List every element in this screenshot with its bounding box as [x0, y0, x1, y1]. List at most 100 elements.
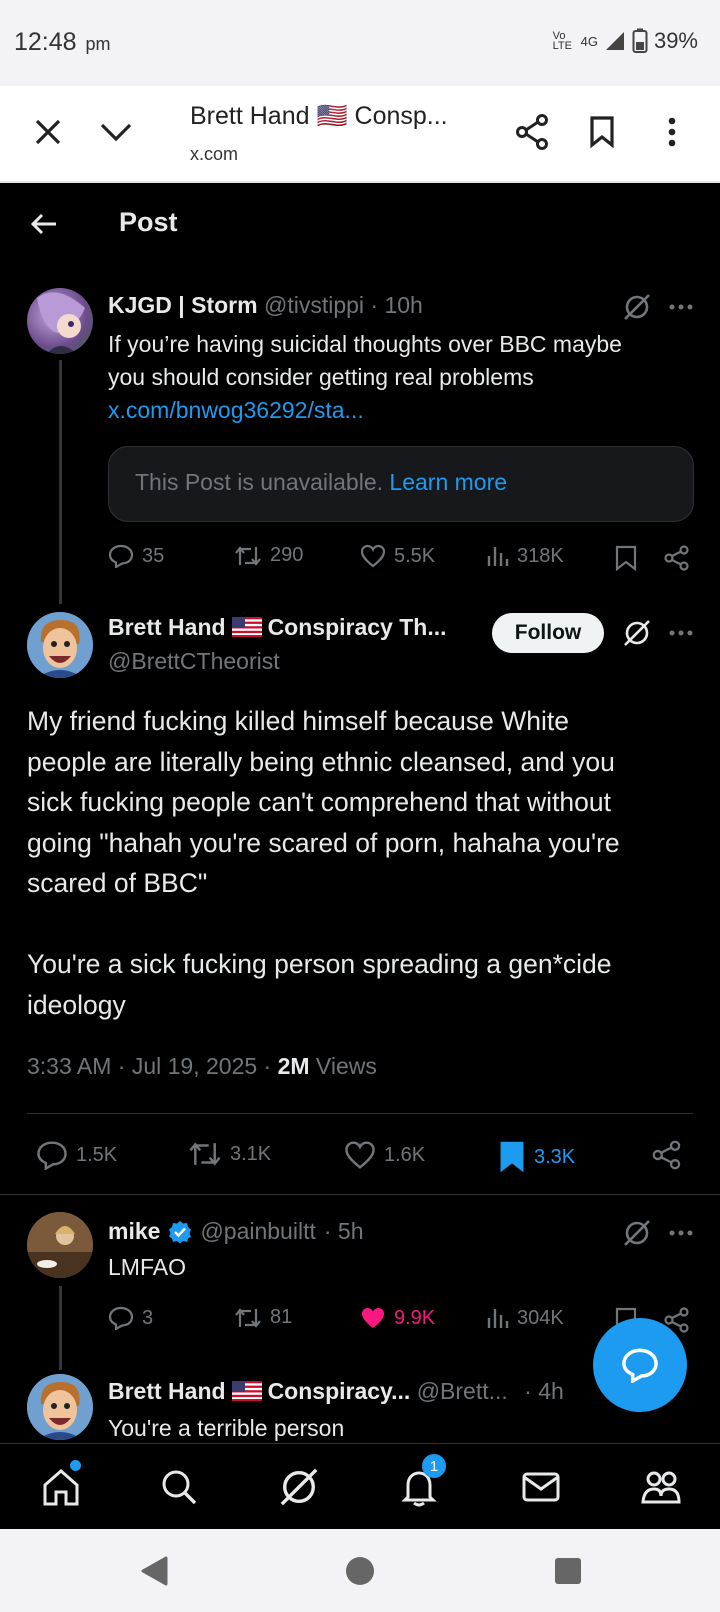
more-options-button[interactable]	[664, 1218, 698, 1248]
author-handle[interactable]: @painbuiltt	[200, 1218, 315, 1245]
collapse-button[interactable]	[96, 112, 136, 152]
analytics-icon	[487, 547, 509, 566]
repost-icon	[235, 1307, 261, 1328]
nav-grok[interactable]	[274, 1464, 324, 1510]
reply-count: 3	[142, 1306, 154, 1329]
bookmark-tab-button[interactable]	[580, 110, 624, 154]
menu-button[interactable]	[650, 110, 694, 154]
author-handle[interactable]: @Brett...	[417, 1378, 508, 1404]
repost-count: 3.1K	[230, 1142, 272, 1165]
post-body: My friend fucking killed himself because…	[27, 706, 620, 1020]
bookmark-action[interactable]: 3.3K	[498, 1140, 575, 1174]
views-count: 304K	[517, 1306, 564, 1329]
divider	[0, 1194, 720, 1195]
avatar-image	[27, 1374, 93, 1440]
nav-notifications[interactable]: 1	[394, 1454, 446, 1510]
post-author[interactable]: Brett Hand Conspiracy Th...	[108, 614, 447, 641]
reply-text: If you’re having suicidal thoughts over …	[108, 328, 622, 427]
battery-icon	[632, 28, 648, 53]
search-icon	[162, 1470, 197, 1505]
grok-icon	[624, 294, 650, 320]
unread-dot	[70, 1460, 81, 1471]
repost-count: 290	[270, 544, 304, 566]
nav-search[interactable]	[154, 1464, 204, 1510]
bookmark-icon	[590, 116, 614, 148]
learn-more-link[interactable]: Learn more	[389, 469, 507, 495]
views-action[interactable]: 318K	[487, 544, 564, 568]
avatar-brett[interactable]	[27, 1374, 93, 1440]
author-handle[interactable]: @tivstippi	[264, 292, 364, 318]
post-time: · 10h	[370, 292, 423, 318]
views-count: 318K	[517, 544, 564, 567]
close-button[interactable]	[28, 112, 68, 152]
bottom-nav: 1	[0, 1443, 720, 1529]
repost-action[interactable]: 3.1K	[188, 1140, 271, 1168]
avatar-mike[interactable]	[27, 1212, 93, 1278]
back-arrow-icon	[30, 213, 56, 235]
reply-count: 1.5K	[76, 1143, 118, 1166]
post-time: · 4h	[524, 1378, 564, 1404]
more-horizontal-icon	[669, 304, 693, 310]
chevron-down-icon	[100, 123, 132, 142]
share-button[interactable]	[510, 110, 554, 154]
notification-badge: 1	[422, 1454, 446, 1478]
post-meta: 3:33 AM · Jul 19, 2025 · 2M Views	[27, 1053, 377, 1079]
views-action[interactable]: 304K	[487, 1306, 564, 1330]
more-horizontal-icon	[669, 1230, 693, 1236]
system-home-button[interactable]	[340, 1551, 380, 1591]
avatar-image	[27, 1212, 93, 1278]
tab-url: x.com	[190, 144, 239, 164]
more-options-button[interactable]	[664, 292, 698, 322]
reply-link[interactable]: x.com/bnwog36292/sta...	[108, 394, 622, 427]
author-name[interactable]: Brett Hand	[108, 1378, 226, 1404]
post-handle[interactable]: @BrettCTheorist	[108, 648, 280, 675]
volte-indicator: Vo LTE	[552, 30, 572, 52]
nav-messages[interactable]	[516, 1464, 566, 1510]
author-name[interactable]: KJGD | Storm	[108, 292, 258, 318]
back-triangle-icon	[141, 1556, 168, 1586]
unavailable-card: This Post is unavailable. Learn more	[108, 446, 694, 522]
bookmark-action[interactable]	[612, 544, 640, 572]
reply-action[interactable]: 35	[108, 544, 164, 568]
share-icon	[516, 114, 548, 150]
system-back-button[interactable]	[134, 1551, 174, 1591]
status-icons: Vo LTE 4G 39%	[553, 28, 698, 54]
follow-button[interactable]: Follow	[492, 613, 604, 653]
thread-line	[59, 1286, 62, 1370]
bookmark-filled-icon	[500, 1141, 524, 1173]
reply-header: KJGD | Storm @tivstippi · 10h	[108, 292, 423, 319]
back-button[interactable]	[24, 204, 64, 244]
page-title: Post	[119, 207, 178, 237]
grok-button[interactable]	[620, 290, 654, 324]
reply-header: Brett Hand Conspiracy... @Brett... · 4h	[108, 1378, 564, 1404]
reply-action[interactable]: 1.5K	[36, 1140, 117, 1170]
reply-action[interactable]: 3	[108, 1306, 153, 1330]
post-timestamp[interactable]: 3:33 AM · Jul 19, 2025 ·	[27, 1053, 278, 1079]
like-action[interactable]: 9.9K	[360, 1306, 435, 1330]
avatar-kjgd[interactable]	[27, 288, 93, 354]
share-action[interactable]	[650, 1138, 684, 1172]
author-name[interactable]: mike	[108, 1218, 160, 1245]
share-icon	[664, 545, 689, 571]
like-action[interactable]: 5.5K	[360, 544, 435, 568]
home-icon	[43, 1469, 79, 1506]
repost-action[interactable]: 290	[234, 544, 303, 567]
communities-icon	[641, 1471, 681, 1504]
more-options-button[interactable]	[664, 618, 698, 648]
views-count: 2M	[277, 1053, 310, 1079]
grok-button[interactable]	[620, 616, 654, 650]
repost-action[interactable]: 81	[234, 1306, 292, 1329]
like-action[interactable]: 1.6K	[344, 1140, 425, 1170]
avatar-brett[interactable]	[27, 612, 93, 678]
nav-communities[interactable]	[636, 1464, 686, 1510]
repost-icon	[235, 545, 261, 566]
grok-icon	[624, 1220, 650, 1246]
divider	[27, 1113, 693, 1114]
share-action[interactable]	[662, 544, 692, 572]
system-recents-button[interactable]	[548, 1551, 588, 1591]
reply-text: You're a terrible person	[108, 1415, 345, 1441]
grok-button[interactable]	[620, 1216, 654, 1250]
like-count: 5.5K	[394, 544, 436, 567]
compose-reply-button[interactable]	[593, 1318, 687, 1412]
nav-home[interactable]	[36, 1460, 86, 1510]
